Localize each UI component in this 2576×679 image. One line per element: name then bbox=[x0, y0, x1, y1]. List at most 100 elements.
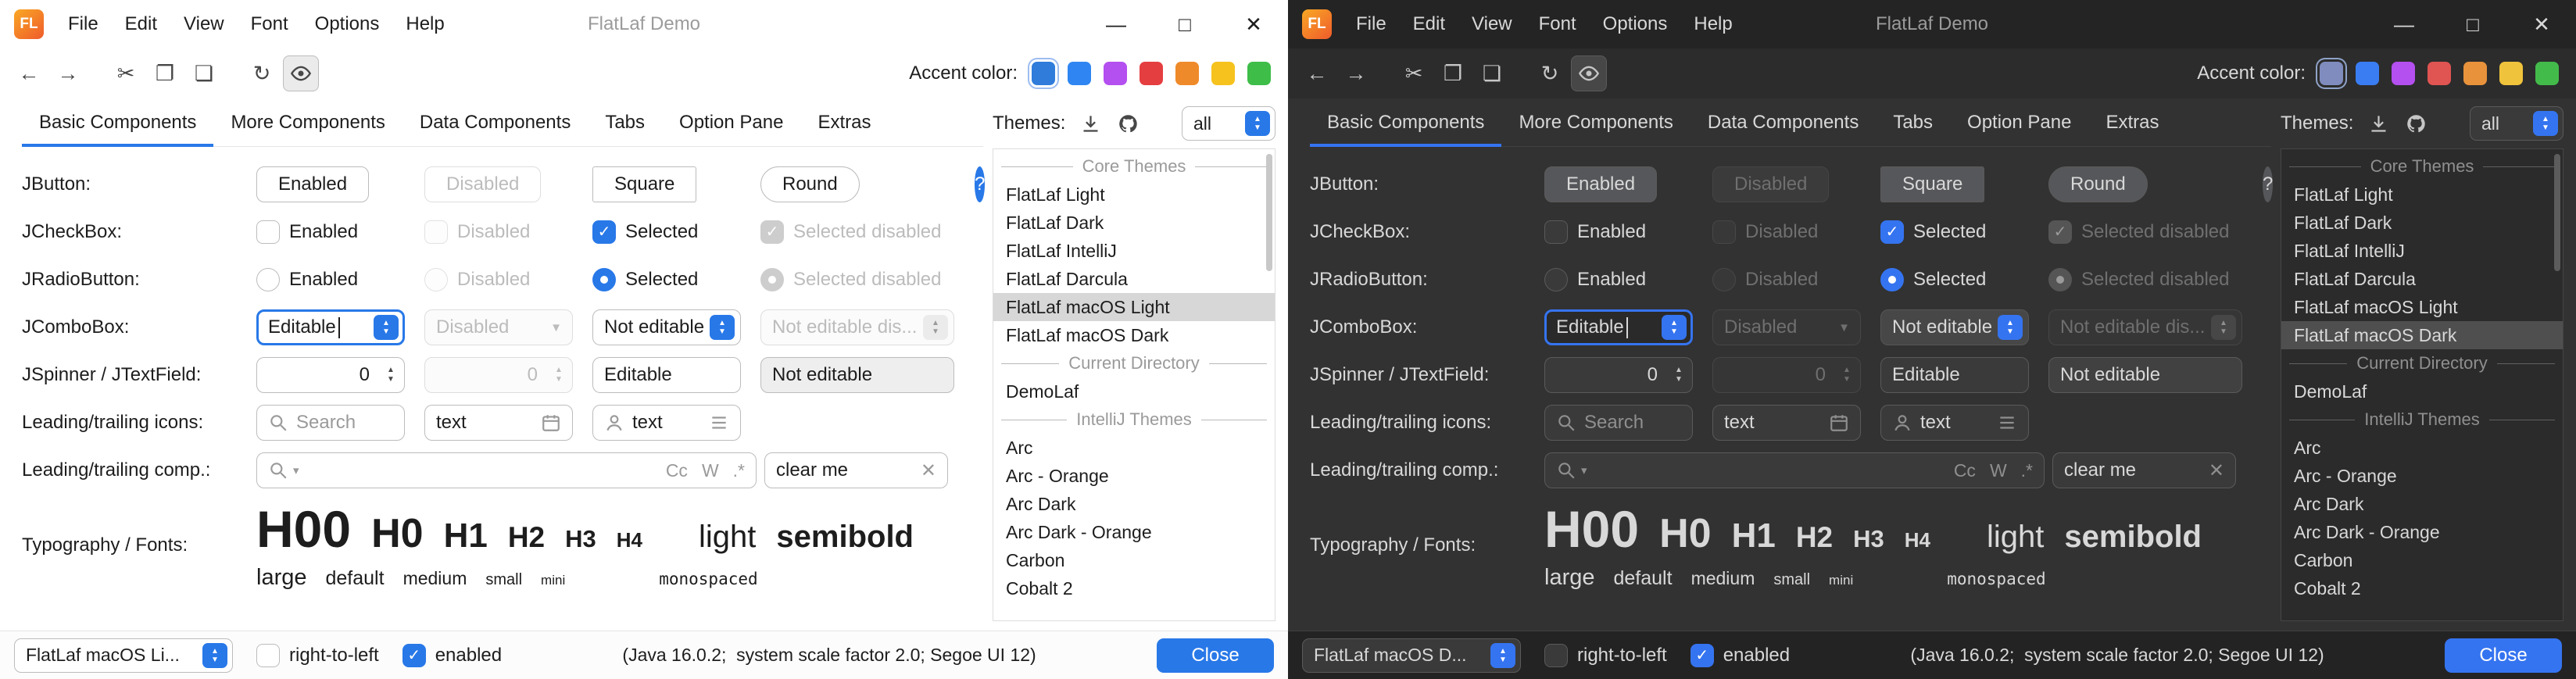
combobox-arrow-button[interactable]: ▲▼ bbox=[202, 643, 227, 668]
paste-button[interactable]: ❏ bbox=[1474, 55, 1510, 91]
accent-swatch[interactable] bbox=[1104, 62, 1127, 85]
enabled-checkbox-group[interactable]: ✓ enabled bbox=[402, 644, 502, 667]
menu-item[interactable]: Help bbox=[1680, 0, 1745, 48]
copy-button[interactable]: ❐ bbox=[147, 55, 183, 91]
checkbox-group[interactable]: ✓ Enabled bbox=[256, 220, 424, 244]
maximize-button[interactable]: □ bbox=[1150, 0, 1219, 48]
theme-list-item[interactable]: FlatLaf Darcula bbox=[993, 265, 1275, 293]
whole-word-toggle[interactable]: W bbox=[702, 460, 719, 481]
menu-item[interactable]: Options bbox=[1590, 0, 1681, 48]
theme-list-item[interactable]: Core Themes bbox=[2281, 152, 2563, 180]
theme-list-item[interactable]: IntelliJ Themes bbox=[2281, 406, 2563, 434]
date-input[interactable]: text bbox=[424, 405, 573, 441]
search-with-options-input[interactable]: ▾ Cc W .* bbox=[256, 452, 757, 488]
accent-swatch[interactable] bbox=[1140, 62, 1163, 85]
theme-list-item[interactable]: FlatLaf macOS Light bbox=[2281, 293, 2563, 321]
match-case-toggle[interactable]: Cc bbox=[666, 460, 688, 481]
editable-combobox[interactable]: Editable ▲▼ bbox=[1544, 309, 1693, 345]
radio-group[interactable]: Enabled bbox=[1544, 268, 1712, 291]
rtl-checkbox[interactable]: ✓ bbox=[1544, 644, 1568, 667]
checkbox-group[interactable]: ✓ Selected bbox=[592, 220, 760, 244]
list-icon[interactable] bbox=[709, 413, 729, 433]
tab[interactable]: Basic Components bbox=[1310, 102, 1501, 147]
user-input[interactable]: text bbox=[592, 405, 741, 441]
radio-button[interactable] bbox=[1880, 268, 1904, 291]
laf-combobox[interactable]: FlatLaf macOS D... ▲▼ bbox=[1302, 638, 1521, 673]
refresh-button[interactable]: ↻ bbox=[1532, 55, 1568, 91]
spinner-arrows[interactable]: ▲▼ bbox=[377, 366, 404, 384]
list-icon[interactable] bbox=[1997, 413, 2017, 433]
theme-list-item[interactable]: Cobalt 2 bbox=[2281, 574, 2563, 602]
tab[interactable]: Tabs bbox=[1876, 102, 1950, 147]
enabled-checkbox-group[interactable]: ✓ enabled bbox=[1690, 644, 1790, 667]
radio-button[interactable] bbox=[256, 268, 280, 291]
checkbox-group[interactable]: ✓ Enabled bbox=[1544, 220, 1712, 244]
not-editable-combobox[interactable]: Not editable ▲▼ bbox=[1880, 309, 2029, 345]
tab[interactable]: Option Pane bbox=[1950, 102, 2088, 147]
spinner[interactable]: 0 ▲▼ bbox=[1544, 357, 1693, 393]
theme-list-item[interactable]: FlatLaf IntelliJ bbox=[2281, 237, 2563, 265]
themes-filter-combobox[interactable]: all ▲▼ bbox=[2470, 106, 2563, 141]
checkbox[interactable]: ✓ bbox=[592, 220, 616, 244]
chevron-down-icon[interactable]: ▾ bbox=[1581, 463, 1587, 477]
theme-list-item[interactable]: Arc bbox=[993, 434, 1275, 462]
editable-combobox[interactable]: Editable ▲▼ bbox=[256, 309, 405, 345]
accent-swatch[interactable] bbox=[1175, 62, 1199, 85]
help-button[interactable]: ? bbox=[975, 166, 985, 202]
theme-list-item[interactable]: FlatLaf Darcula bbox=[2281, 265, 2563, 293]
theme-list-item[interactable]: Arc - Orange bbox=[2281, 462, 2563, 490]
menu-item[interactable]: View bbox=[170, 0, 238, 48]
theme-list-item[interactable]: FlatLaf macOS Light bbox=[993, 293, 1275, 321]
radio-group[interactable]: Disabled bbox=[424, 268, 592, 291]
accent-swatch[interactable] bbox=[2463, 62, 2487, 85]
theme-list-item[interactable]: Current Directory bbox=[993, 349, 1275, 377]
scrollbar-thumb[interactable] bbox=[1266, 154, 1272, 271]
refresh-button[interactable]: ↻ bbox=[244, 55, 280, 91]
checkbox[interactable]: ✓ bbox=[2048, 220, 2072, 244]
accent-swatch[interactable] bbox=[2392, 62, 2415, 85]
theme-list-item[interactable]: Arc Dark - Orange bbox=[2281, 518, 2563, 546]
match-case-toggle[interactable]: Cc bbox=[1954, 460, 1976, 481]
download-button[interactable] bbox=[1078, 111, 1103, 136]
spinner[interactable]: 0 ▲▼ bbox=[256, 357, 405, 393]
accent-swatch[interactable] bbox=[2320, 62, 2343, 85]
theme-list-item[interactable]: FlatLaf Light bbox=[993, 180, 1275, 209]
menu-item[interactable]: Edit bbox=[1400, 0, 1458, 48]
radio-group[interactable]: Selected disabled bbox=[760, 268, 928, 291]
accent-swatch[interactable] bbox=[1247, 62, 1271, 85]
radio-button[interactable] bbox=[1712, 268, 1736, 291]
forward-button[interactable]: → bbox=[50, 55, 86, 91]
tab[interactable]: More Components bbox=[213, 102, 402, 147]
clear-icon[interactable]: ✕ bbox=[2209, 459, 2224, 482]
menu-item[interactable]: Help bbox=[392, 0, 457, 48]
clearable-input[interactable]: clear me ✕ bbox=[2052, 452, 2236, 488]
radio-group[interactable]: Enabled bbox=[256, 268, 424, 291]
theme-list-item[interactable]: FlatLaf macOS Dark bbox=[993, 321, 1275, 349]
rtl-checkbox-group[interactable]: ✓ right-to-left bbox=[1544, 644, 1667, 667]
user-input[interactable]: text bbox=[1880, 405, 2029, 441]
regex-toggle[interactable]: .* bbox=[2021, 460, 2033, 481]
not-editable-combobox[interactable]: Not editable ▲▼ bbox=[592, 309, 741, 345]
search-with-options-input[interactable]: ▾ Cc W .* bbox=[1544, 452, 2045, 488]
square-button[interactable]: Square bbox=[592, 166, 696, 202]
accent-swatch[interactable] bbox=[2535, 62, 2559, 85]
accent-swatch[interactable] bbox=[1032, 62, 1055, 85]
combobox-arrow-button[interactable]: ▲▼ bbox=[1245, 111, 1270, 136]
checkbox-group[interactable]: ✓ Selected disabled bbox=[760, 220, 928, 244]
theme-list-item[interactable]: Arc Dark bbox=[2281, 490, 2563, 518]
minimize-button[interactable]: — bbox=[2370, 0, 2438, 48]
help-button[interactable]: ? bbox=[2263, 166, 2273, 202]
enabled-button[interactable]: Enabled bbox=[1544, 166, 1657, 202]
cut-button[interactable]: ✂ bbox=[108, 55, 144, 91]
close-window-button[interactable]: ✕ bbox=[1219, 0, 1288, 48]
clearable-input[interactable]: clear me ✕ bbox=[764, 452, 948, 488]
accent-swatch[interactable] bbox=[2428, 62, 2451, 85]
enabled-checkbox[interactable]: ✓ bbox=[402, 644, 426, 667]
search-input[interactable]: Search bbox=[1544, 405, 1693, 441]
tab[interactable]: Option Pane bbox=[662, 102, 800, 147]
menu-item[interactable]: Options bbox=[302, 0, 393, 48]
theme-list-item[interactable]: Carbon bbox=[2281, 546, 2563, 574]
radio-button[interactable] bbox=[424, 268, 448, 291]
tab[interactable]: Data Components bbox=[402, 102, 588, 147]
checkbox[interactable]: ✓ bbox=[1712, 220, 1736, 244]
